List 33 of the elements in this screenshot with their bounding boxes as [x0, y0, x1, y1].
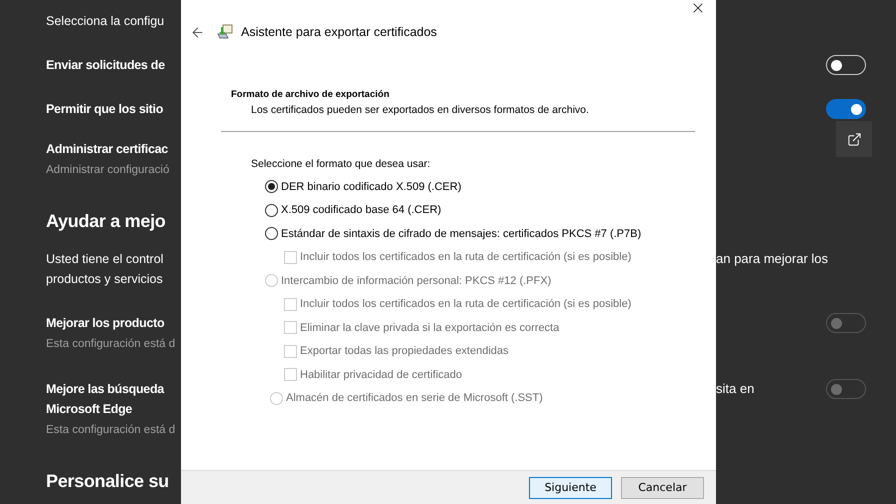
description-text: Selecciona la configu	[46, 13, 164, 30]
setting-title: Mejorar los producto	[46, 315, 164, 332]
setting-title: sita en	[716, 380, 754, 398]
description-text: productos y servicios	[46, 271, 163, 288]
external-link-icon	[846, 132, 862, 146]
radio-button[interactable]	[265, 204, 278, 217]
format-prompt: Seleccione el formato que desea usar:	[251, 158, 432, 170]
setting-title: Permitir que los sitio	[46, 101, 164, 118]
section-heading: Personalice su	[46, 470, 169, 493]
cancel-button[interactable]: Cancelar	[621, 476, 704, 498]
radio-label[interactable]: DER binario codificado X.509 (.CER)	[281, 180, 462, 193]
description-text: an para mejorar los	[716, 250, 828, 268]
open-external-button[interactable]	[836, 121, 872, 157]
setting-description: Esta configuración está d	[46, 337, 176, 352]
radio-label[interactable]: Estándar de sintaxis de cifrado de mensajes: certificados PKCS #7 (.P7B)	[281, 228, 642, 240]
dialog-title: Asistente para exportar certificados	[241, 25, 437, 39]
page-description: Los certificados pueden ser exportados en diversos formatos de archivo.	[251, 104, 590, 116]
setting-title: Administrar certificac	[46, 141, 168, 158]
radio-button[interactable]	[265, 180, 278, 194]
next-button[interactable]: Siguiente	[529, 476, 612, 498]
section-heading: Ayudar a mejo	[46, 210, 166, 233]
toggle-switch[interactable]	[826, 99, 866, 119]
description-text: Usted tiene el control	[46, 251, 164, 268]
back-button[interactable]	[190, 24, 205, 40]
setting-description: Administrar configuració	[46, 163, 170, 178]
page-heading: Formato de archivo de exportación	[231, 89, 390, 100]
setting-title: Microsoft Edge	[46, 401, 132, 418]
setting-description: Esta configuración está d	[46, 423, 176, 438]
setting-title: Enviar solicitudes de	[46, 57, 165, 74]
radio-button[interactable]	[265, 227, 278, 240]
radio-label[interactable]: X.509 codificado base 64 (.CER)	[281, 204, 442, 216]
certificate-wizard-icon	[217, 24, 233, 40]
setting-title: Mejore las búsqueda	[46, 381, 164, 398]
